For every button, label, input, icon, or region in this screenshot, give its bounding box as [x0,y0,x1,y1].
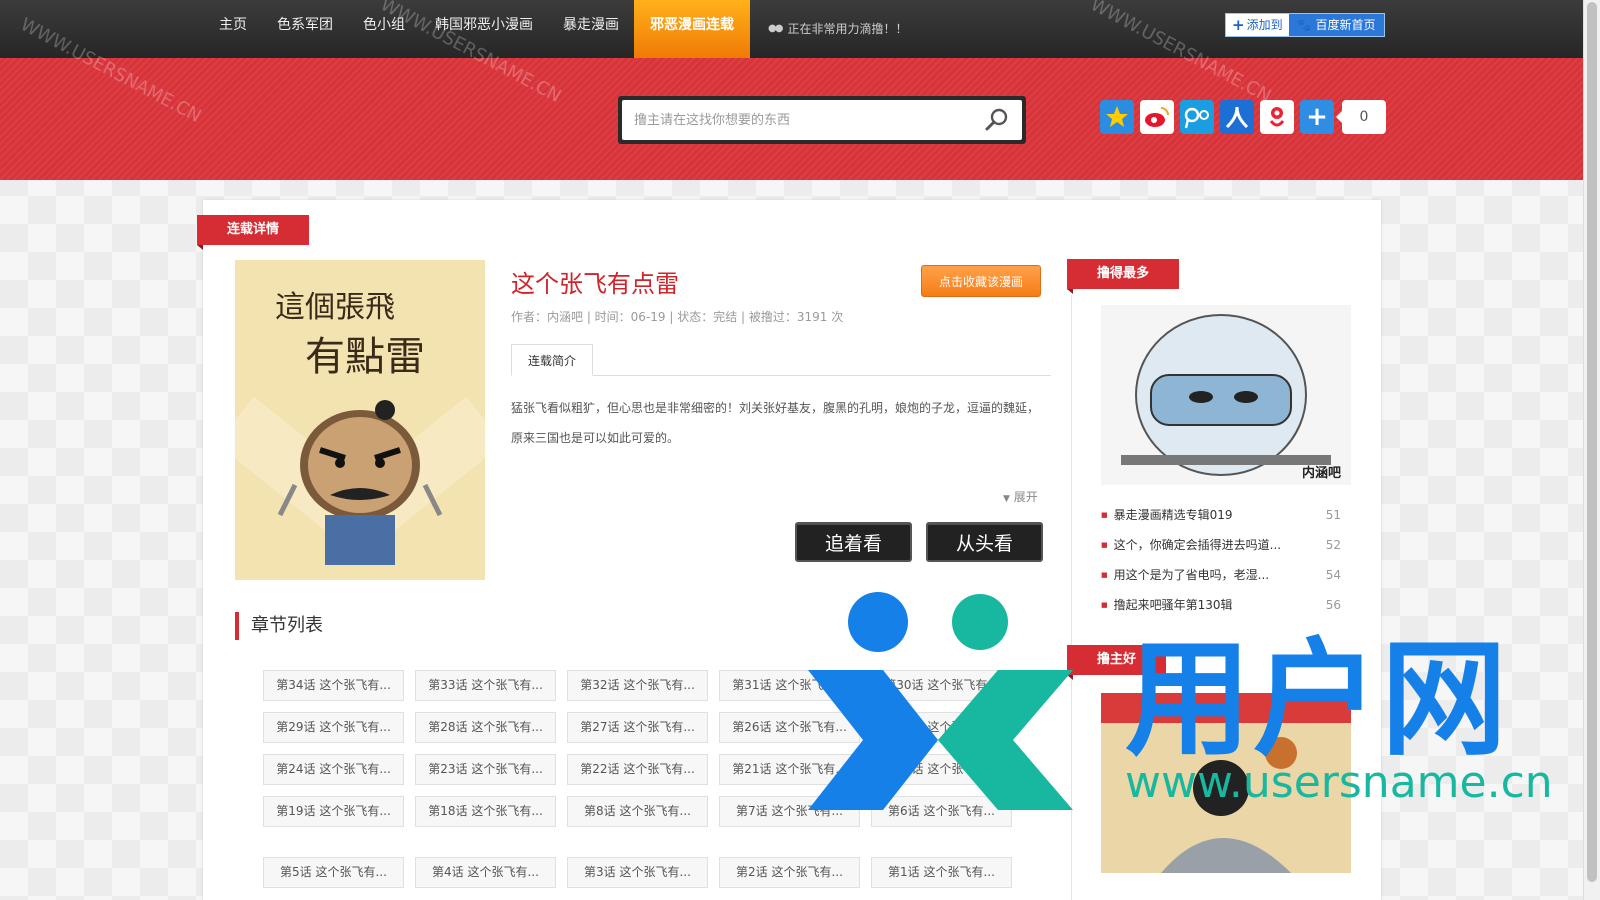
expand-label: 展开 [1013,490,1038,504]
nav-menu: 主页 色系军团 色小组 韩国邪恶小漫画 暴走漫画 邪恶漫画连载 ●● 正在非常用… [204,0,907,58]
intro-line-1: 猛张飞看似粗犷，但心思也是非常细密的！刘关张好基友，腹黑的孔明，娘炮的子龙，逗逼… [511,401,1040,415]
nav-item-color-army[interactable]: 色系军团 [262,0,348,58]
add-to-label: 添加到 [1246,18,1283,32]
chapter-row: 第24话 这个张飞有... 第23话 这个张飞有... 第22话 这个张飞有..… [263,754,1023,785]
chapter-row: 第19话 这个张飞有... 第18话 这个张飞有... 第8话 这个张飞有...… [263,796,1023,827]
nav-item-evil-serial[interactable]: 邪恶漫画连载 [634,0,750,58]
chapter-link[interactable]: 第24话 这个张飞有... [263,754,404,785]
chapter-link[interactable]: 第23话 这个张飞有... [415,754,556,785]
chapter-link[interactable]: 第1话 这个张飞有... [871,857,1012,888]
chapter-link[interactable]: 第25话 这个张飞有... [871,712,1012,743]
dots-icon: ●● [768,23,784,34]
chapter-row: 第34话 这个张飞有... 第33话 这个张飞有... 第32话 这个张飞有..… [263,670,1023,701]
tencent-weibo-icon[interactable] [1180,100,1214,134]
chapter-link[interactable]: 第3话 这个张飞有... [567,857,708,888]
watermark-cn-text: 用户网 [1125,626,1509,773]
page-scrollbar[interactable] [1583,0,1600,900]
chapter-link[interactable]: 第21话 这个张飞有... [719,754,860,785]
nav-item-rage-comics[interactable]: 暴走漫画 [548,0,634,58]
chapter-row: 第29话 这个张飞有... 第28话 这个张飞有... 第27话 这个张飞有..… [263,712,1023,743]
nav-item-home[interactable]: 主页 [204,0,262,58]
chapter-link[interactable]: 第29话 这个张飞有... [263,712,404,743]
chapter-link[interactable]: 第19话 这个张飞有... [263,796,404,827]
nav-item-korean-comics[interactable]: 韩国邪恶小漫画 [420,0,548,58]
nav-item-color-group[interactable]: 色小组 [348,0,420,58]
weibo-icon[interactable] [1140,100,1174,134]
chapter-link[interactable]: 第31话 这个张飞有... [719,670,860,701]
notice-text: 正在非常用力滴撸！！ [787,22,908,36]
helmet-illustration [1101,305,1351,485]
chapter-link[interactable]: 第28话 这个张飞有... [415,712,556,743]
search-icon[interactable] [984,107,1010,133]
chapter-link[interactable]: 第8话 这个张飞有... [567,796,708,827]
comic-title: 这个张飞有点雷 [511,270,679,298]
sidebar-divider [1071,295,1072,900]
intro-text: 猛张飞看似粗犷，但心思也是非常细密的！刘关张好基友，腹黑的孔明，娘炮的子龙，逗逼… [511,393,1051,453]
add-to-baidu-button[interactable]: + 添加到 🐾 百度新首页 [1225,13,1385,37]
chapter-link[interactable]: 第7话 这个张飞有... [719,796,860,827]
intro-line-2: 原来三国也是可以如此可爱的。 [511,431,680,445]
chapter-list-title: 章节列表 [235,612,323,640]
thumbnail-caption: 内涵吧 [1301,466,1341,481]
scrollbar-thumb[interactable] [1587,2,1597,882]
chapter-list: 第34话 这个张飞有... 第33话 这个张飞有... 第32话 这个张飞有..… [263,670,1023,899]
chapter-link[interactable]: 第33话 这个张飞有... [415,670,556,701]
chapter-link[interactable]: 第18话 这个张飞有... [415,796,556,827]
list-item[interactable]: 这个，你确定会插得进去吗道...52 [1101,530,1351,560]
list-item[interactable]: 用这个是为了省电吗，老湿...54 [1101,560,1351,590]
top-nav: 主页 色系军团 色小组 韩国邪恶小漫画 暴走漫画 邪恶漫画连载 ●● 正在非常用… [0,0,1583,58]
nav-notice: ●● 正在非常用力滴撸！！ [768,0,907,58]
douban-icon[interactable] [1260,100,1294,134]
chapter-link[interactable]: 第30话 这个张飞有... [871,670,1012,701]
chapter-link[interactable]: 第5话 这个张飞有... [263,857,404,888]
chapter-row: 第5话 这个张飞有... 第4话 这个张飞有... 第3话 这个张飞有... 第… [263,857,1023,888]
search-input[interactable] [622,100,962,140]
chapter-link[interactable]: 第6话 这个张飞有... [871,796,1012,827]
follow-button[interactable]: 追着看 [795,522,912,562]
chapter-link[interactable]: 第20话 这个张飞有... [871,754,1012,785]
share-bar: + 0 [1100,100,1386,134]
more-share-icon[interactable]: + [1300,100,1334,134]
chapter-link[interactable]: 第2话 这个张飞有... [719,857,860,888]
chapter-link[interactable]: 第34话 这个张飞有... [263,670,404,701]
detail-ribbon: 连载详情 [197,215,310,250]
comic-cover[interactable]: 這個張飛 有點雷 [235,260,485,580]
cover-title-2: 有點雷 [305,334,425,380]
watermark-url-text: www.usersname.cn [1125,757,1553,808]
tab-intro[interactable]: 连载简介 [511,344,594,376]
expand-toggle[interactable]: ▼ 展开 [1003,488,1038,505]
top-viewed-ribbon: 撸得最多 [1067,259,1180,294]
chapter-link[interactable]: 第26话 这个张飞有... [719,712,860,743]
chapter-link[interactable]: 第32话 这个张飞有... [567,670,708,701]
cover-title-1: 這個張飛 [275,290,395,325]
top-comic-thumbnail[interactable]: 内涵吧 [1101,305,1351,485]
caret-down-icon: ▼ [1003,494,1010,504]
paw-icon: 🐾 [1296,18,1312,32]
qzone-icon[interactable] [1100,100,1134,134]
share-count: 0 [1336,100,1386,134]
chapter-link[interactable]: 第27话 这个张飞有... [567,712,708,743]
renren-icon[interactable] [1220,100,1254,134]
read-from-start-button[interactable]: 从头看 [926,522,1043,562]
list-item[interactable]: 暴走漫画精选专辑01951 [1101,500,1351,530]
chapter-link[interactable]: 第22话 这个张飞有... [567,754,708,785]
plus-icon: + [1232,16,1245,34]
search-box [618,96,1026,144]
favorite-button[interactable]: 点击收藏该漫画 [921,265,1041,297]
baidu-home-label: 百度新首页 [1315,18,1376,32]
header-band: + 0 [0,58,1583,180]
chapter-link[interactable]: 第4话 这个张飞有... [415,857,556,888]
comic-meta: 作者：内涵吧 | 时间：06-19 | 状态：完结 | 被撸过：3191 次 [511,310,844,324]
